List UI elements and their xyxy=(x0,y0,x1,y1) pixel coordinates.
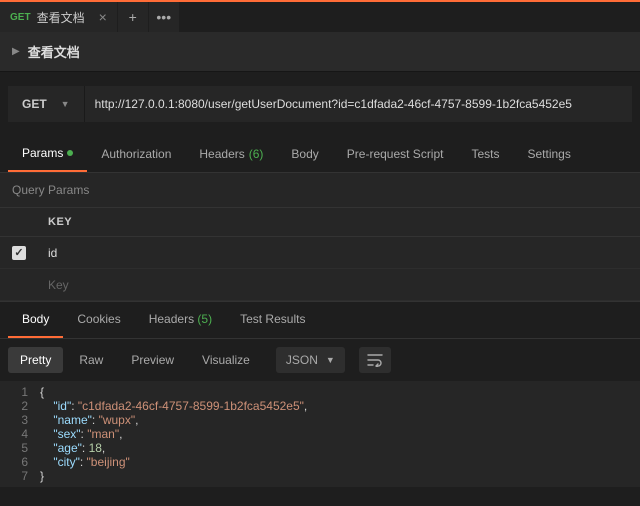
resp-tab-headers[interactable]: Headers (5) xyxy=(135,302,226,338)
breadcrumb: ▶ 查看文档 xyxy=(0,32,640,72)
pretty-button[interactable]: Pretty xyxy=(8,347,63,373)
query-params-label: Query Params xyxy=(0,173,640,207)
resp-tab-cookies[interactable]: Cookies xyxy=(63,302,134,338)
url-input[interactable]: http://127.0.0.1:8080/user/getUserDocume… xyxy=(85,86,632,122)
tab-tests[interactable]: Tests xyxy=(457,136,513,172)
tab-bar: GET 查看文档 × + ••• xyxy=(0,0,640,32)
tab-prerequest[interactable]: Pre-request Script xyxy=(333,136,458,172)
resp-tab-tests[interactable]: Test Results xyxy=(226,302,319,338)
tab-headers[interactable]: Headers (6) xyxy=(185,136,277,172)
tab-settings[interactable]: Settings xyxy=(514,136,585,172)
modified-dot-icon xyxy=(67,150,73,156)
request-tab[interactable]: GET 查看文档 × xyxy=(0,0,117,32)
wrap-lines-button[interactable] xyxy=(359,347,391,373)
checkbox-checked-icon[interactable]: ✓ xyxy=(12,246,26,260)
key-column-header: KEY xyxy=(38,208,82,236)
query-key-input[interactable]: id xyxy=(38,246,640,260)
tab-authorization[interactable]: Authorization xyxy=(87,136,185,172)
new-tab-button[interactable]: + xyxy=(118,2,148,32)
tab-body[interactable]: Body xyxy=(277,136,332,172)
method-value: GET xyxy=(22,97,47,111)
tab-title: 查看文档 xyxy=(37,9,85,26)
tab-params[interactable]: Params xyxy=(8,136,87,172)
tab-overflow-button[interactable]: ••• xyxy=(149,2,179,32)
response-tabs: Body Cookies Headers (5) Test Results xyxy=(0,301,640,339)
request-subtabs: Params Authorization Headers (6) Body Pr… xyxy=(0,136,640,173)
chevron-down-icon: ▼ xyxy=(326,355,335,365)
kv-header-row: KEY xyxy=(0,207,640,237)
close-icon[interactable]: × xyxy=(99,9,107,25)
query-param-row[interactable]: ✓ id xyxy=(0,237,640,269)
breadcrumb-title: 查看文档 xyxy=(28,42,80,61)
request-row: GET ▼ http://127.0.0.1:8080/user/getUser… xyxy=(8,86,632,122)
query-key-placeholder[interactable]: Key xyxy=(38,278,640,292)
preview-button[interactable]: Preview xyxy=(119,347,186,373)
format-select[interactable]: JSON ▼ xyxy=(276,347,345,373)
tab-method-label: GET xyxy=(10,12,31,23)
query-param-row-empty[interactable]: Key xyxy=(0,269,640,301)
raw-button[interactable]: Raw xyxy=(67,347,115,373)
method-select[interactable]: GET ▼ xyxy=(8,86,85,122)
chevron-right-icon[interactable]: ▶ xyxy=(12,46,20,57)
visualize-button[interactable]: Visualize xyxy=(190,347,262,373)
chevron-down-icon: ▼ xyxy=(61,99,70,109)
response-body[interactable]: 1{ 2 "id": "c1dfada2-46cf-4757-8599-1b2f… xyxy=(0,381,640,487)
resp-tab-body[interactable]: Body xyxy=(8,302,63,338)
body-toolbar: Pretty Raw Preview Visualize JSON ▼ xyxy=(0,339,640,381)
